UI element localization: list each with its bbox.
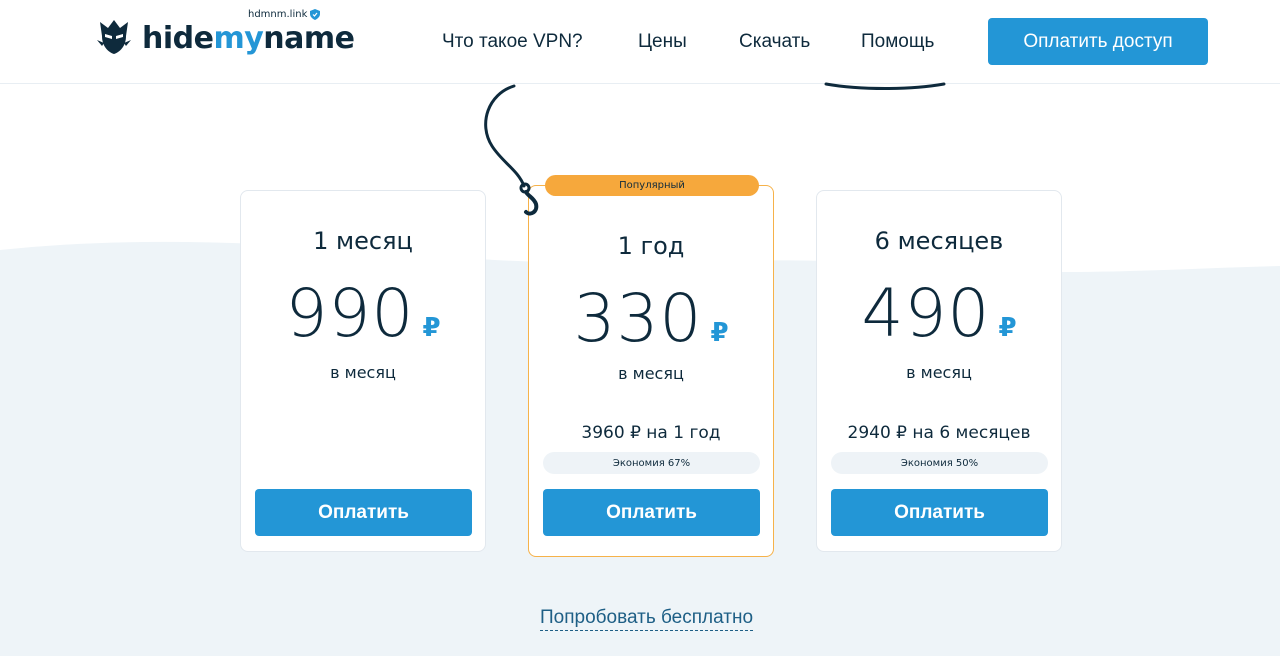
plan-period: в месяц [618, 364, 684, 383]
plan-total: 2940 ₽ на 6 месяцев [847, 423, 1031, 443]
plan-period: в месяц [330, 363, 396, 382]
popular-badge: Популярный [545, 175, 759, 196]
hook-rope-icon [484, 84, 539, 216]
try-free-link[interactable]: Попробовать бесплатно [540, 607, 754, 631]
logo[interactable]: hidemyname hdmnm.link [96, 9, 355, 70]
pay-access-button[interactable]: Оплатить доступ [988, 18, 1208, 65]
savings-badge: Экономия 67% [543, 452, 760, 474]
pay-button[interactable]: Оплатить [543, 489, 760, 536]
plan-card-1-month: 1 месяц 990 ₽ в месяц Оплатить [240, 190, 486, 552]
plan-title: 1 месяц [313, 227, 413, 255]
logo-wordmark: hidemyname [142, 21, 355, 56]
plan-title: 6 месяцев [874, 227, 1004, 255]
plan-price: 990 [285, 275, 415, 352]
plan-total: 3960 ₽ на 1 год [581, 423, 721, 443]
ruble-sign: ₽ [998, 313, 1017, 343]
nav-prices[interactable]: Цены [638, 31, 687, 53]
ruble-sign: ₽ [710, 318, 729, 348]
plan-price: 330 [573, 280, 703, 357]
nav-help[interactable]: Помощь [861, 31, 934, 53]
plan-period: в месяц [906, 363, 972, 382]
price-row: 330 ₽ [529, 280, 773, 357]
shield-check-icon [310, 9, 321, 20]
nav-download[interactable]: Скачать [739, 31, 810, 53]
nav-what-is-vpn[interactable]: Что такое VPN? [442, 31, 583, 53]
pay-button[interactable]: Оплатить [831, 489, 1048, 536]
plan-title: 1 год [617, 232, 685, 260]
plan-card-6-months: 6 месяцев 490 ₽ в месяц 2940 ₽ на 6 меся… [816, 190, 1062, 552]
decorative-arc [824, 82, 946, 90]
price-row: 990 ₽ [241, 275, 485, 352]
plan-price: 490 [861, 275, 991, 352]
savings-badge: Экономия 50% [831, 452, 1048, 474]
site-header: hidemyname hdmnm.link Что такое VPN? Цен… [0, 0, 1280, 84]
price-row: 490 ₽ [817, 275, 1061, 352]
ninja-logo-icon [97, 20, 131, 54]
logo-domain: hdmnm.link [248, 9, 321, 20]
ruble-sign: ₽ [422, 313, 441, 343]
plan-card-1-year: 1 год 330 ₽ в месяц 3960 ₽ на 1 год Экон… [528, 185, 774, 557]
pay-button[interactable]: Оплатить [255, 489, 472, 536]
